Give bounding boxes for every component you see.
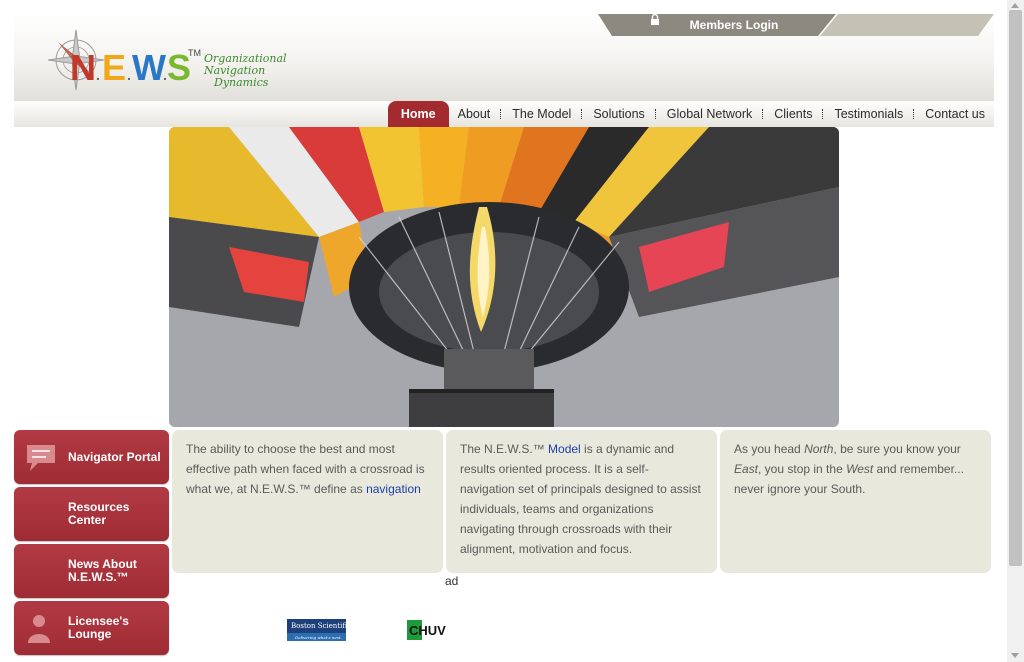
panel-emphasis: West [846,462,874,476]
model-link[interactable]: Model [548,442,581,456]
sidebar-item-resources-center[interactable]: Resources Center [14,487,169,541]
main-nav: Home About The Model Solutions Global Ne… [14,100,994,127]
hero-balloon-image [169,127,839,427]
client-logo-boston-scientific[interactable]: Boston Scientific Delivering what's next… [287,619,351,641]
scroll-down-arrow-icon[interactable] [1011,653,1019,658]
nav-separator [822,109,824,119]
nav-testimonials[interactable]: Testimonials [825,102,912,126]
navigation-link[interactable]: navigation [366,482,421,496]
client-logo-name: Boston Scientific [291,622,346,630]
page: N . E . W . S TM Organizational Navigati… [14,0,994,662]
members-login-label: Members Login [689,18,779,32]
sidebar-item-label: Licensee's Lounge [68,614,129,641]
scroll-up-arrow-icon[interactable] [1011,3,1019,8]
nav-home[interactable]: Home [387,101,449,127]
ad-label: ad [445,574,459,588]
panel-text: As you head [734,442,805,456]
person-icon [24,613,58,645]
svg-text:W: W [132,47,166,88]
sidebar-item-licensees-lounge[interactable]: Licensee's Lounge [14,601,169,655]
scrollbar-thumb[interactable] [1009,10,1022,566]
svg-text:Dynamics: Dynamics [213,76,269,89]
nav-contact-us[interactable]: Contact us [916,102,994,126]
info-panel-navigation: The ability to choose the best and most … [172,430,443,573]
nav-separator [762,109,764,119]
sidebar-item-label: Resources Center [68,500,130,527]
svg-text:TM: TM [188,48,201,58]
panel-text: , be sure you know your [833,442,961,456]
nav-separator [913,109,915,119]
panel-text: is a dynamic and results oriented proces… [460,442,701,556]
info-panel-compass: As you head North, be sure you know your… [720,430,991,573]
nav-separator [500,109,502,119]
client-logo-name: CHUV [409,623,446,638]
logo-letter-n: N [70,47,96,88]
nav-separator [654,109,657,119]
info-panel-model: The N.E.W.S.™ Model is a dynamic and res… [446,430,717,573]
panel-text: , you stop in the [758,462,847,476]
nav-about[interactable]: About [449,102,500,126]
svg-text:.: . [96,67,100,83]
nav-the-model[interactable]: The Model [503,102,580,126]
client-logo-tagline: Delivering what's next. [294,635,342,640]
panel-text: The N.E.W.S.™ [460,442,549,456]
sidebar-item-label: Navigator Portal [68,449,161,464]
site-logo[interactable]: N . E . W . S TM Organizational Navigati… [46,20,286,90]
panel-emphasis: North [804,442,834,456]
vertical-scrollbar[interactable] [1007,0,1024,662]
sidebar-item-news-about[interactable]: News About N.E.W.S.™ [14,544,169,598]
svg-text:E: E [102,47,126,88]
speech-bubble-icon [24,442,58,474]
svg-text:.: . [127,67,131,83]
client-logo-chuv[interactable]: CHUV [405,618,449,642]
nav-clients[interactable]: Clients [765,102,821,126]
members-login-button[interactable]: Members Login [650,14,810,36]
members-bar: Members Login [598,14,994,36]
nav-solutions[interactable]: Solutions [584,102,653,126]
site-header: N . E . W . S TM Organizational Navigati… [14,14,994,100]
panel-emphasis: East [734,462,759,476]
nav-separator [581,109,583,119]
nav-global-network[interactable]: Global Network [658,102,761,126]
sidebar-item-navigator-portal[interactable]: Navigator Portal [14,430,169,484]
sidebar-item-label: News About N.E.W.S.™ [68,557,137,584]
